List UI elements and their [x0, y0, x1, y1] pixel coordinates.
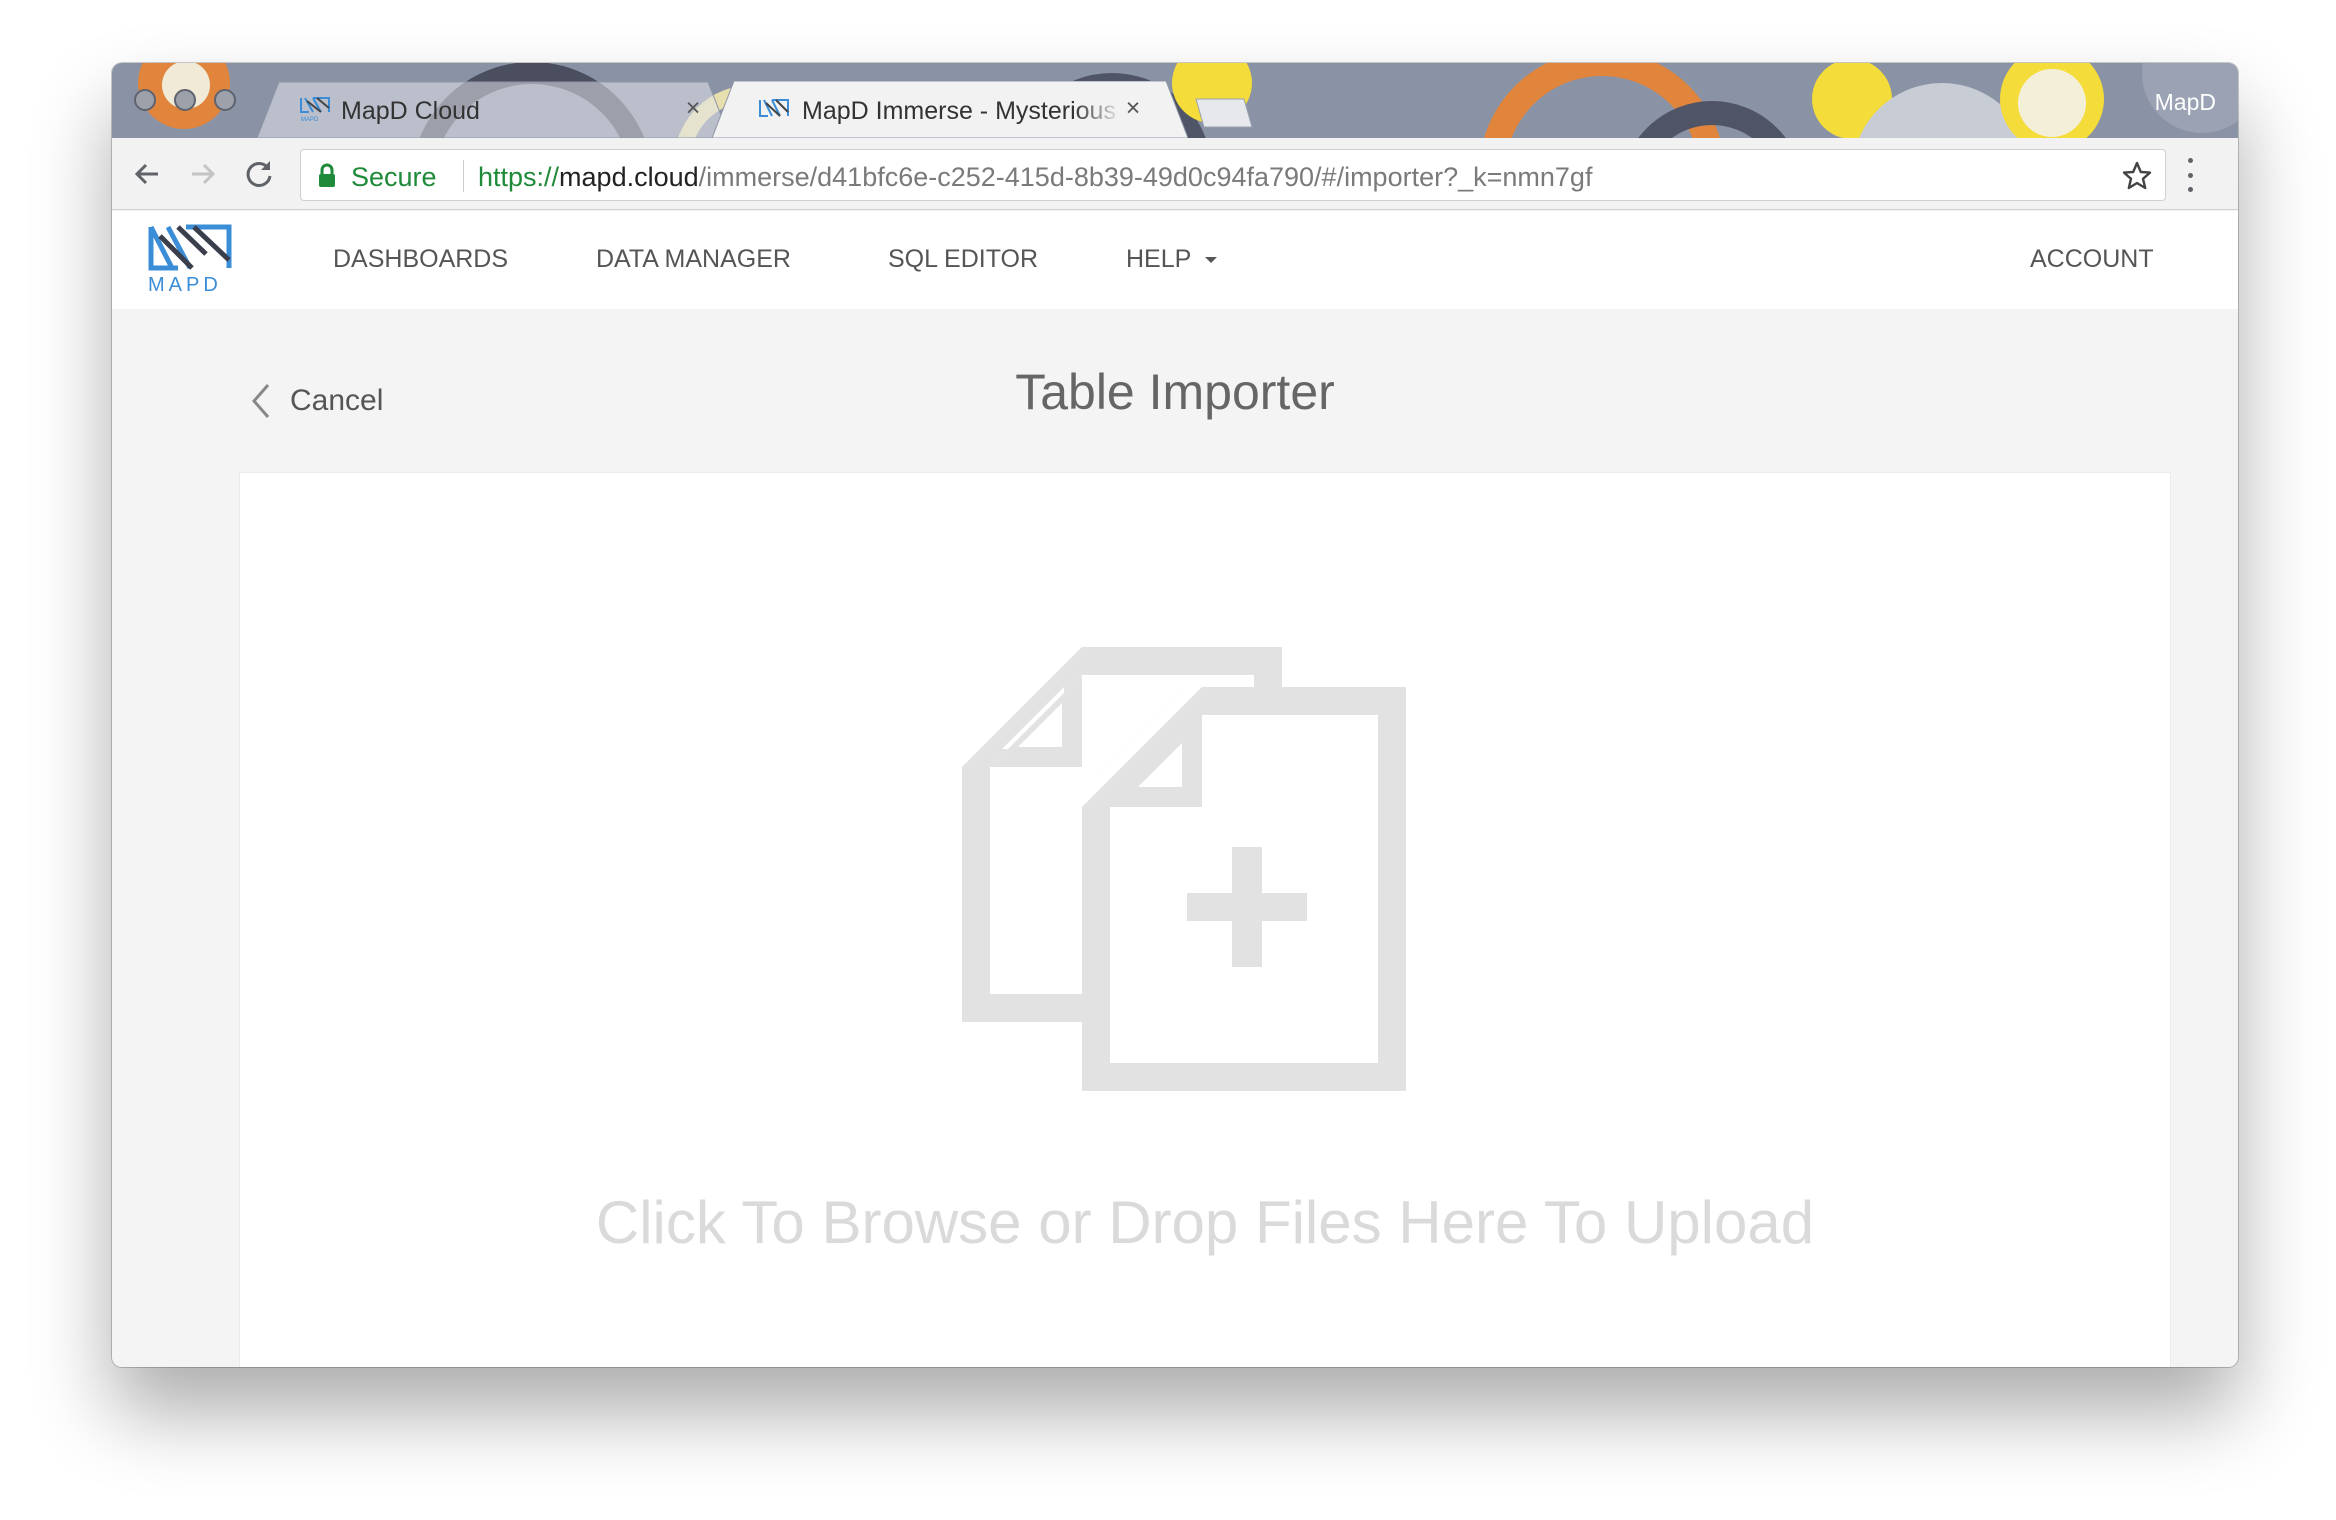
arrow-left-icon: [134, 163, 158, 185]
mapd-favicon-icon: [759, 99, 789, 117]
bookmark-star-icon[interactable]: [2121, 160, 2153, 192]
close-icon[interactable]: ×: [1122, 95, 1144, 121]
url-text[interactable]: https://mapd.cloud/immerse/d41bfc6e-c252…: [478, 162, 1592, 193]
back-button[interactable]: [128, 155, 166, 193]
profile-name[interactable]: MapD: [2155, 89, 2216, 116]
tab-title: MapD Immerse - Mysterious Cl: [802, 97, 1122, 125]
mapd-logo-icon: [148, 224, 232, 271]
reload-icon: [246, 161, 272, 187]
forward-button[interactable]: [184, 155, 222, 193]
window-minimize-button[interactable]: [174, 89, 196, 111]
add-files-icon: [962, 647, 1406, 1091]
close-icon[interactable]: ×: [682, 95, 704, 121]
page-title: Table Importer: [1015, 364, 1335, 420]
url-scheme: https://: [478, 162, 560, 192]
nav-account[interactable]: ACCOUNT: [2030, 245, 2154, 274]
nav-help[interactable]: HELP: [1126, 245, 1218, 274]
window-zoom-button[interactable]: [214, 89, 236, 111]
url-path: /immerse/d41bfc6e-c252-415d-8b39-49d0c94…: [698, 162, 1593, 192]
logo-wordmark: MAPD: [148, 274, 222, 296]
browser-menu-button[interactable]: [2184, 158, 2196, 192]
tab-bar: MAPD MapD Cloud × MapD Immerse - Mysteri…: [112, 63, 2238, 138]
importer-page: Cancel Table Importer Click To Browse or…: [112, 309, 2238, 1367]
tab-mapd-cloud[interactable]: MAPD MapD Cloud ×: [257, 81, 730, 138]
address-bar[interactable]: Secure https://mapd.cloud/immerse/d41bfc…: [300, 149, 2166, 201]
address-divider: [463, 160, 464, 192]
file-dropzone[interactable]: Click To Browse or Drop Files Here To Up…: [240, 473, 2170, 1367]
lock-icon: [319, 163, 335, 187]
nav-sql-editor[interactable]: SQL EDITOR: [888, 245, 1038, 274]
dropzone-text: Click To Browse or Drop Files Here To Up…: [595, 1189, 1815, 1256]
svg-text:MAPD: MAPD: [301, 117, 319, 122]
caret-down-icon: [1205, 257, 1218, 264]
mapd-logo[interactable]: MAPD: [148, 224, 238, 298]
tab-title: MapD Cloud: [341, 97, 480, 125]
security-label: Secure: [351, 162, 437, 192]
browser-toolbar: Secure https://mapd.cloud/immerse/d41bfc…: [112, 138, 2238, 210]
app-navbar: MAPD DASHBOARDS DATA MANAGER SQL EDITOR …: [112, 211, 2238, 309]
browser-window: MAPD MapD Cloud × MapD Immerse - Mysteri…: [112, 63, 2238, 1367]
nav-dashboards[interactable]: DASHBOARDS: [333, 245, 508, 274]
tab-mapd-immerse[interactable]: MapD Immerse - Mysterious Cl ×: [712, 81, 1188, 138]
mapd-favicon-icon: MAPD: [300, 97, 330, 122]
nav-help-label: HELP: [1126, 245, 1192, 273]
nav-data-manager[interactable]: DATA MANAGER: [596, 245, 791, 274]
new-tab-button[interactable]: [1192, 97, 1258, 129]
reload-button[interactable]: [240, 155, 278, 193]
url-host: mapd.cloud: [559, 162, 699, 192]
arrow-right-icon: [192, 163, 216, 185]
window-close-button[interactable]: [134, 89, 156, 111]
